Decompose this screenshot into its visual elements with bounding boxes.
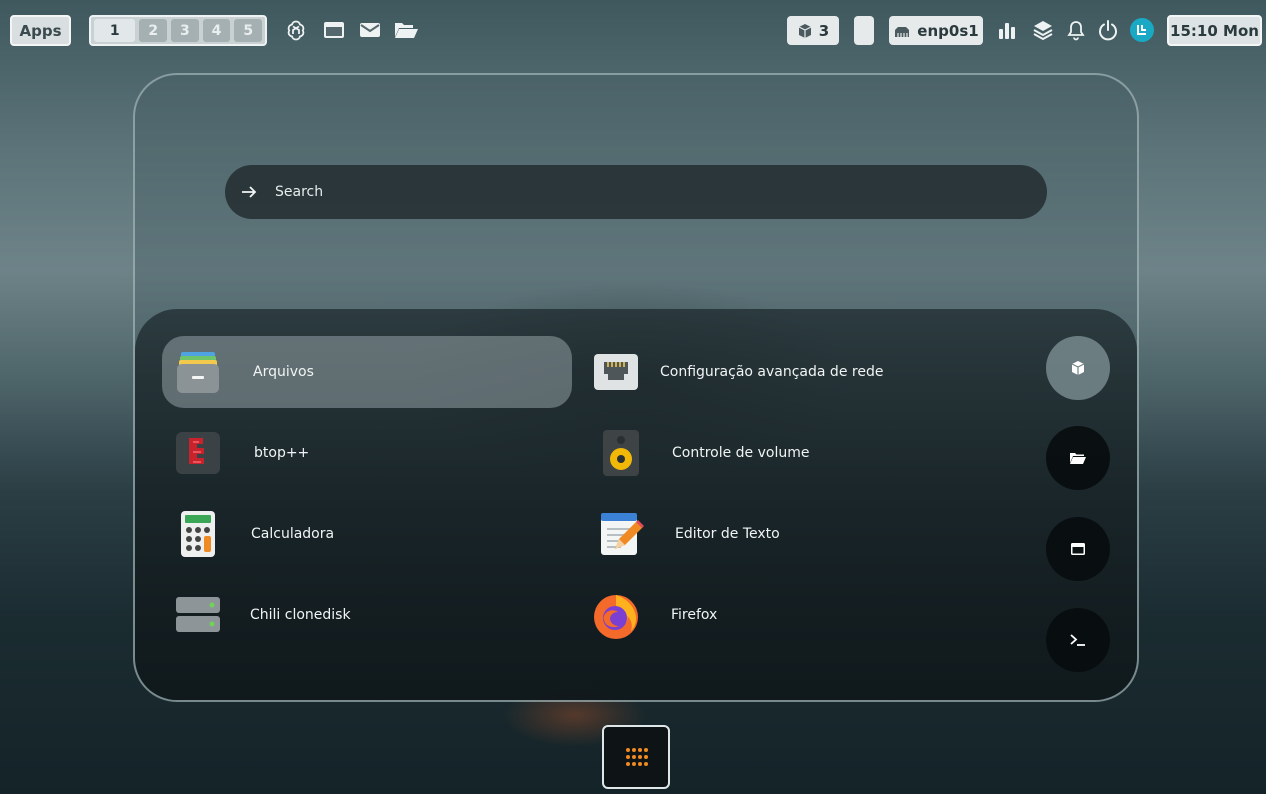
workspace-3-button[interactable]: 3: [171, 19, 199, 42]
network-indicator[interactable]: enp0s1: [889, 16, 983, 45]
app-item-arquivos[interactable]: Arquivos: [162, 336, 572, 408]
bell-icon[interactable]: [1063, 17, 1089, 43]
ethernet-icon: [895, 26, 910, 37]
app-item-btop[interactable]: btop++: [162, 417, 572, 489]
side-button-window[interactable]: [1046, 517, 1110, 581]
clock[interactable]: 15:10 Mon: [1167, 15, 1262, 46]
side-button-terminal[interactable]: [1046, 608, 1110, 672]
workspace-switcher: 1 2 3 4 5: [89, 15, 267, 46]
side-button-package[interactable]: [1046, 336, 1110, 400]
window-icon[interactable]: [321, 17, 347, 43]
packages-count: 3: [818, 21, 830, 40]
btop-app-icon: [172, 427, 224, 479]
speaker-app-icon: [595, 427, 647, 479]
app-grid-button[interactable]: [602, 725, 670, 789]
network-config-app-icon: [590, 346, 642, 398]
arrow-right-icon: [241, 183, 259, 201]
package-icon: [798, 23, 812, 38]
app-item-network-config[interactable]: Configuração avançada de rede: [590, 336, 1010, 408]
package-icon: [1071, 361, 1085, 375]
app-label: Configuração avançada de rede: [660, 364, 884, 380]
folder-icon: [1070, 453, 1086, 464]
search-bar[interactable]: [225, 165, 1047, 219]
mail-icon[interactable]: [357, 17, 383, 43]
disk-app-icon: [172, 589, 224, 641]
search-input[interactable]: [273, 183, 977, 201]
window-icon: [1071, 543, 1085, 555]
app-label: Arquivos: [253, 364, 314, 380]
workspace-4-button[interactable]: 4: [202, 19, 231, 42]
app-label: Editor de Texto: [675, 526, 780, 542]
workspace-2-button[interactable]: 2: [139, 19, 168, 42]
terminal-icon: [1070, 634, 1085, 646]
app-item-firefox[interactable]: Firefox: [590, 579, 1010, 651]
app-label: Firefox: [671, 607, 718, 623]
chatgpt-icon[interactable]: [283, 17, 309, 43]
calculator-app-icon: [172, 508, 224, 560]
app-label: btop++: [254, 445, 310, 461]
power-icon[interactable]: [1095, 17, 1121, 43]
app-item-calculator[interactable]: Calculadora: [162, 498, 572, 570]
app-item-volume-control[interactable]: Controle de volume: [590, 417, 1010, 489]
app-label: Chili clonedisk: [250, 607, 351, 623]
firefox-app-icon: [590, 589, 642, 641]
empty-indicator[interactable]: [854, 16, 874, 45]
text-editor-app-icon: [595, 508, 647, 560]
app-grid-icon: [626, 748, 648, 766]
avatar-icon[interactable]: [1130, 18, 1154, 42]
workspace-1-button[interactable]: 1: [94, 19, 136, 42]
packages-indicator[interactable]: 3: [787, 16, 839, 45]
app-item-clonedisk[interactable]: Chili clonedisk: [162, 579, 572, 651]
app-label: Calculadora: [251, 526, 335, 542]
app-list: Arquivos Configuração avançada de rede b…: [135, 309, 1137, 700]
network-name: enp0s1: [917, 21, 979, 40]
folder-open-icon[interactable]: [393, 17, 419, 43]
layers-icon[interactable]: [1030, 17, 1056, 43]
app-item-text-editor[interactable]: Editor de Texto: [590, 498, 1010, 570]
workspace-5-button[interactable]: 5: [234, 19, 263, 42]
apps-button[interactable]: Apps: [10, 15, 71, 46]
app-launcher: Arquivos Configuração avançada de rede: [133, 73, 1139, 702]
files-app-icon: [172, 346, 224, 398]
side-button-folder[interactable]: [1046, 426, 1110, 490]
app-label: Controle de volume: [672, 445, 810, 461]
bar-chart-icon[interactable]: [994, 17, 1020, 43]
top-bar: Apps 1 2 3 4 5 3 enp0s1 15:10 Mon: [0, 0, 1266, 60]
